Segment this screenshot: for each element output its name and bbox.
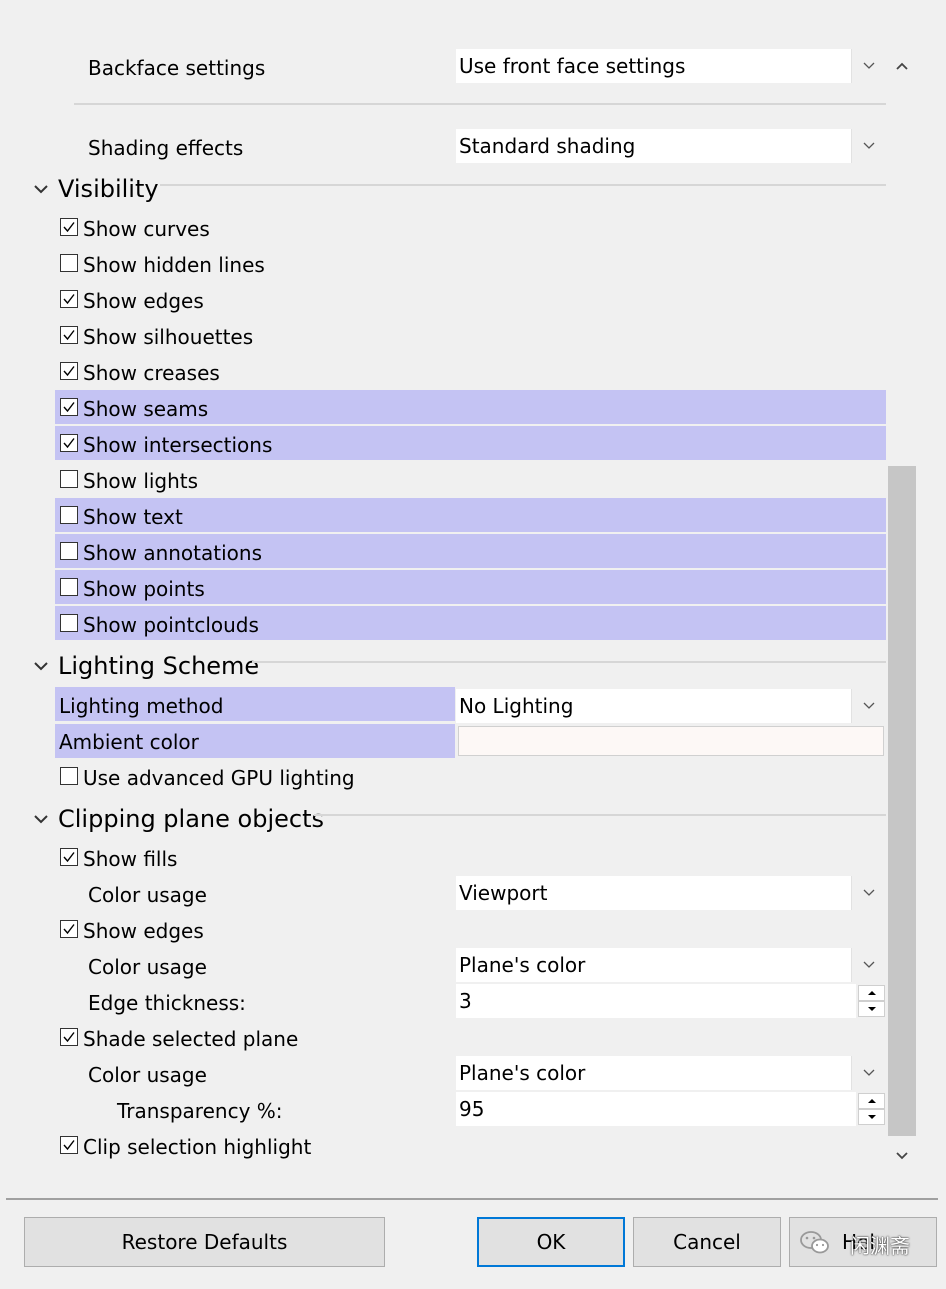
visibility-item-label: Show pointclouds: [83, 613, 259, 637]
visibility-checkbox[interactable]: [60, 326, 78, 344]
section-title-clipping: Clipping plane objects: [58, 805, 324, 833]
spinner-value: 3: [459, 989, 472, 1013]
chevron-down-icon[interactable]: [851, 49, 886, 83]
shade-color-usage-dropdown[interactable]: Plane's color: [456, 1056, 886, 1090]
edge-thickness-spinner[interactable]: 3: [456, 984, 886, 1018]
visibility-checkbox[interactable]: [60, 290, 78, 308]
gpu-lighting-checkbox[interactable]: [60, 767, 78, 785]
chevron-down-icon: [34, 185, 48, 194]
spin-down-icon[interactable]: [858, 1109, 885, 1125]
show-fills-label: Show fills: [83, 847, 178, 871]
shading-effects-label: Shading effects: [88, 136, 244, 160]
shade-selected-plane-checkbox[interactable]: [60, 1028, 78, 1046]
edges-color-usage-dropdown[interactable]: Plane's color: [456, 948, 886, 982]
divider: [74, 103, 886, 105]
spin-up-icon[interactable]: [858, 1093, 885, 1109]
section-title-lighting: Lighting Scheme: [58, 652, 260, 680]
dropdown-value: Plane's color: [459, 953, 586, 977]
visibility-checkbox[interactable]: [60, 218, 78, 236]
chevron-down-icon[interactable]: [851, 689, 886, 723]
gpu-lighting-label: Use advanced GPU lighting: [83, 766, 355, 790]
cancel-button[interactable]: Cancel: [633, 1217, 781, 1267]
visibility-checkbox[interactable]: [60, 254, 78, 272]
spin-down-icon[interactable]: [858, 1001, 885, 1017]
visibility-collapse-toggle[interactable]: [33, 180, 49, 199]
spinner-value: 95: [459, 1097, 485, 1121]
shade-selected-plane-label: Shade selected plane: [83, 1027, 299, 1051]
transparency-label: Transparency %:: [117, 1099, 283, 1123]
visibility-checkbox[interactable]: [60, 398, 78, 416]
clip-selection-highlight-checkbox[interactable]: [60, 1136, 78, 1154]
scroll-up-icon[interactable]: [895, 56, 909, 75]
dropdown-value: Viewport: [459, 881, 548, 905]
visibility-item-label: Show curves: [83, 217, 210, 241]
visibility-item-label: Show hidden lines: [83, 253, 265, 277]
watermark: 闲渊斋: [850, 1234, 910, 1258]
chevron-down-icon[interactable]: [851, 129, 886, 163]
spin-up-icon[interactable]: [858, 985, 885, 1001]
clip-selection-highlight-label: Clip selection highlight: [83, 1135, 312, 1159]
help-button[interactable]: Hel 闲渊斋: [789, 1217, 937, 1267]
backface-settings-label: Backface settings: [88, 56, 266, 80]
ambient-color-swatch[interactable]: [458, 726, 884, 756]
visibility-item-label: Show lights: [83, 469, 199, 493]
clip-show-edges-label: Show edges: [83, 919, 204, 943]
edges-color-usage-label: Color usage: [88, 955, 207, 979]
wechat-icon: [800, 1230, 830, 1261]
dropdown-value: No Lighting: [459, 694, 574, 718]
spinner-buttons: [856, 1092, 886, 1126]
shading-effects-dropdown[interactable]: Standard shading: [456, 129, 886, 163]
visibility-item-label: Show points: [83, 577, 205, 601]
visibility-item-label: Show creases: [83, 361, 220, 385]
visibility-item-label: Show text: [83, 505, 183, 529]
chevron-down-icon: [34, 815, 48, 824]
ambient-color-label: Ambient color: [59, 730, 199, 754]
lighting-collapse-toggle[interactable]: [33, 657, 49, 676]
chevron-down-icon[interactable]: [851, 1056, 886, 1090]
shade-color-usage-label: Color usage: [88, 1063, 207, 1087]
chevron-down-icon: [34, 662, 48, 671]
visibility-checkbox[interactable]: [60, 362, 78, 380]
visibility-item-label: Show silhouettes: [83, 325, 254, 349]
visibility-checkbox[interactable]: [60, 434, 78, 452]
section-divider: [314, 814, 886, 816]
show-fills-checkbox[interactable]: [60, 848, 78, 866]
visibility-checkbox[interactable]: [60, 506, 78, 524]
spinner-buttons: [856, 984, 886, 1018]
transparency-spinner[interactable]: 95: [456, 1092, 886, 1126]
visibility-checkbox[interactable]: [60, 542, 78, 560]
dropdown-value: Plane's color: [459, 1061, 586, 1085]
edge-thickness-label: Edge thickness:: [88, 991, 246, 1015]
visibility-checkbox[interactable]: [60, 470, 78, 488]
fills-color-usage-label: Color usage: [88, 883, 207, 907]
visibility-checkbox[interactable]: [60, 578, 78, 596]
visibility-checkbox[interactable]: [60, 614, 78, 632]
section-title-visibility: Visibility: [58, 175, 159, 203]
fills-color-usage-dropdown[interactable]: Viewport: [456, 876, 886, 910]
section-divider: [252, 661, 886, 663]
visibility-item-label: Show seams: [83, 397, 209, 421]
visibility-item-label: Show intersections: [83, 433, 273, 457]
ok-button[interactable]: OK: [477, 1217, 625, 1267]
lighting-method-dropdown[interactable]: No Lighting: [456, 689, 886, 723]
dropdown-value: Standard shading: [459, 134, 636, 158]
lighting-method-label: Lighting method: [59, 694, 224, 718]
scrollbar-thumb[interactable]: [888, 466, 916, 1136]
visibility-item-label: Show edges: [83, 289, 204, 313]
restore-defaults-button[interactable]: Restore Defaults: [24, 1217, 385, 1267]
clip-show-edges-checkbox[interactable]: [60, 920, 78, 938]
footer-divider: [6, 1198, 938, 1200]
backface-settings-dropdown[interactable]: Use front face settings: [456, 49, 886, 83]
chevron-down-icon[interactable]: [851, 948, 886, 982]
clipping-collapse-toggle[interactable]: [33, 810, 49, 829]
chevron-down-icon[interactable]: [851, 876, 886, 910]
section-divider: [160, 184, 886, 186]
scroll-down-icon[interactable]: [895, 1146, 909, 1165]
dropdown-value: Use front face settings: [459, 54, 686, 78]
visibility-item-label: Show annotations: [83, 541, 262, 565]
vertical-scrollbar[interactable]: [888, 48, 918, 1166]
